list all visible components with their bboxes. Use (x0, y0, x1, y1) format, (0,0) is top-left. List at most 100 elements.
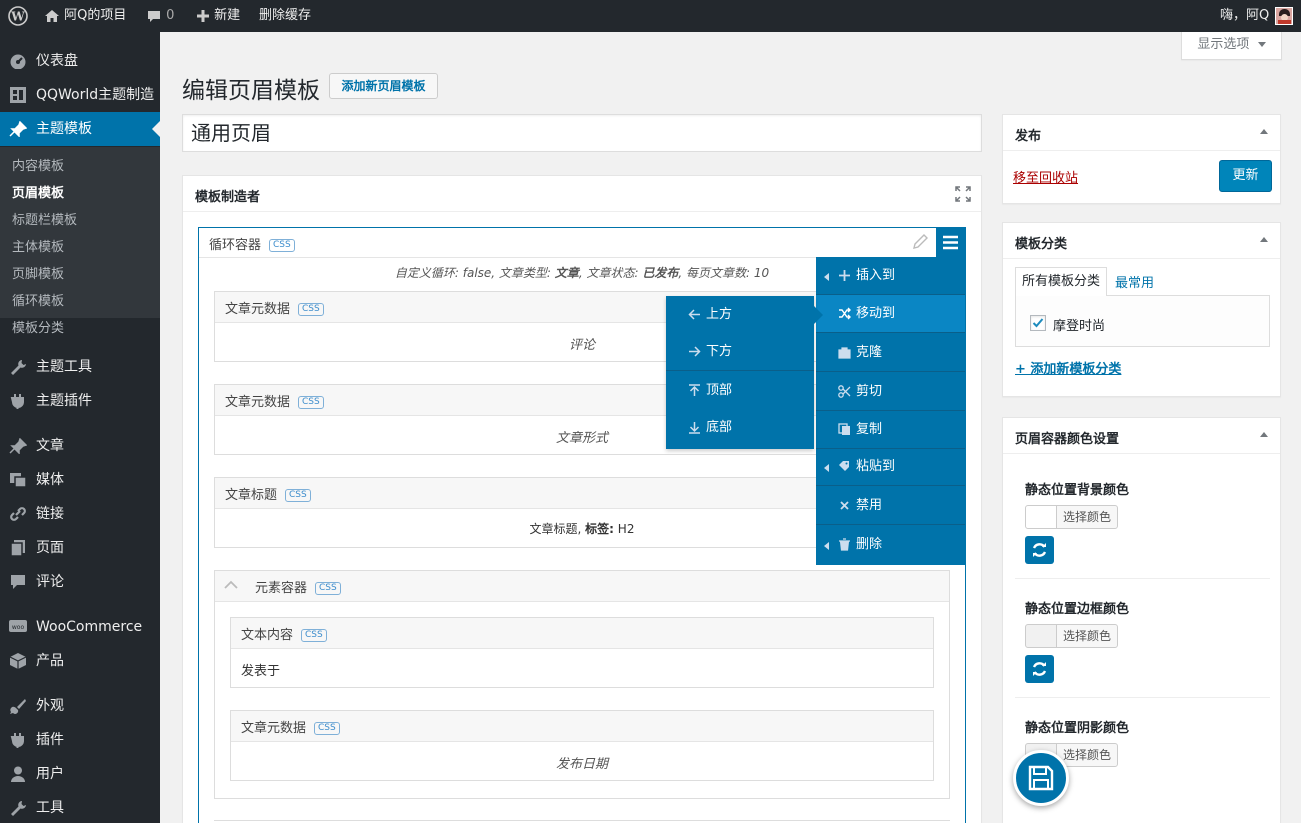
menu-plugins[interactable]: 插件 (0, 723, 160, 757)
arrow-to-bottom-icon (689, 422, 700, 434)
move-below[interactable]: 下方 (666, 333, 814, 371)
menu-theme-templates[interactable]: 主题模板 (0, 112, 160, 146)
menu-qqworld[interactable]: QQWorld主题制造 (0, 78, 160, 112)
menu-theme-tools[interactable]: 主题工具 (0, 350, 160, 384)
menu-paste-to[interactable]: 粘贴到 (816, 448, 965, 486)
menu-comments[interactable]: 评论 (0, 565, 160, 599)
select-color-button[interactable]: 选择颜色 (1056, 624, 1118, 648)
site-home-link[interactable]: 阿Q的项目 (44, 0, 126, 32)
screen-options-button[interactable]: 显示选项 (1181, 32, 1282, 60)
css-badge[interactable]: CSS (301, 629, 327, 642)
template-builder-title: 模板制造者 (195, 190, 261, 205)
submenu-content-templates[interactable]: 内容模板 (12, 153, 64, 180)
submenu-template-categories[interactable]: 模板分类 (12, 315, 64, 342)
shuffle-icon (839, 307, 851, 320)
menu-woocommerce[interactable]: woo WooCommerce (0, 610, 160, 644)
menu-dashboard[interactable]: 仪表盘 (0, 44, 160, 78)
menu-label: 媒体 (36, 472, 64, 488)
css-badge[interactable]: CSS (314, 722, 340, 735)
css-badge[interactable]: CSS (298, 303, 324, 316)
user-account-menu[interactable]: 嗨，阿Q (1220, 0, 1294, 32)
post-title-input[interactable]: 通用页眉 (182, 114, 982, 152)
fullscreen-icon[interactable] (955, 186, 971, 202)
categories-list: 摩登时尚 (1015, 295, 1270, 347)
submenu-footer-templates[interactable]: 页脚模板 (12, 261, 64, 288)
add-new-category-link[interactable]: + 添加新模板分类 (1015, 358, 1121, 377)
css-badge[interactable]: CSS (298, 396, 324, 409)
menu-label: 移动到 (856, 306, 896, 321)
save-icon (1028, 765, 1054, 791)
menu-disable[interactable]: 禁用 (816, 487, 965, 525)
page-title: 编辑页眉模板 (182, 78, 320, 104)
menu-users[interactable]: 用户 (0, 757, 160, 791)
color-swatch[interactable] (1025, 505, 1057, 529)
submenu-loop-templates[interactable]: 循环模板 (12, 288, 64, 315)
menu-media[interactable]: 媒体 (0, 463, 160, 497)
color-settings-header[interactable]: 页眉容器颜色设置 (1003, 418, 1280, 454)
menu-label: 顶部 (706, 383, 733, 398)
new-content-link[interactable]: 新建 (196, 0, 240, 32)
menu-tools[interactable]: 工具 (0, 791, 160, 823)
move-top[interactable]: 顶部 (666, 372, 814, 410)
css-badge[interactable]: CSS (269, 239, 295, 252)
menu-label: 主题工具 (36, 359, 92, 375)
color-swatch[interactable] (1025, 624, 1057, 648)
wordpress-logo-icon[interactable]: W (8, 0, 28, 32)
menu-insert-to[interactable]: 插入到 (816, 257, 965, 295)
element-text[interactable]: 文本内容 CSS 发表于 (230, 617, 934, 688)
submenu-body-templates[interactable]: 主体模板 (12, 234, 64, 261)
site-name: 阿Q的项目 (64, 8, 127, 23)
pin-icon (9, 121, 27, 137)
element-menu-button[interactable] (936, 228, 965, 257)
comments-link[interactable]: 0 (146, 0, 174, 32)
floating-save-button[interactable] (1013, 750, 1069, 806)
menu-clone[interactable]: 克隆 (816, 334, 965, 372)
menu-products[interactable]: 产品 (0, 644, 160, 678)
move-to-trash-link[interactable]: 移至回收站 (1013, 167, 1078, 186)
add-new-template-button[interactable]: 添加新页眉模板 (329, 73, 438, 99)
menu-label: 上方 (706, 307, 733, 322)
categories-header[interactable]: 模板分类 (1003, 223, 1280, 259)
element-post-meta[interactable]: 文章元数据 CSS 发布日期 (230, 710, 934, 781)
tab-all-categories[interactable]: 所有模板分类 (1015, 267, 1107, 296)
menu-links[interactable]: 链接 (0, 497, 160, 531)
update-button[interactable]: 更新 (1219, 160, 1272, 192)
select-color-button[interactable]: 选择颜色 (1056, 505, 1118, 529)
menu-posts[interactable]: 文章 (0, 429, 160, 463)
user-icon (11, 766, 25, 782)
submenu-title-templates[interactable]: 标题栏模板 (12, 207, 77, 234)
menu-label: 文章 (36, 438, 64, 454)
css-badge[interactable]: CSS (285, 489, 311, 502)
menu-pages[interactable]: 页面 (0, 531, 160, 565)
menu-copy[interactable]: 复制 (816, 411, 965, 449)
submenu-header-templates[interactable]: 页眉模板 (12, 180, 64, 207)
menu-label: 主题插件 (36, 393, 92, 409)
submenu-pointer (814, 306, 823, 324)
menu-move-to[interactable]: 移动到 (816, 295, 965, 333)
caret-left-icon (824, 273, 829, 281)
category-checkbox[interactable] (1030, 315, 1046, 331)
tab-most-used[interactable]: 最常用 (1115, 272, 1154, 291)
menu-cut[interactable]: 剪切 (816, 373, 965, 411)
reset-color-button[interactable] (1025, 655, 1054, 683)
reset-color-button[interactable] (1025, 536, 1054, 564)
collapse-arrow-icon[interactable] (1260, 432, 1268, 437)
plus-icon (197, 9, 209, 22)
element-title: 文章元数据 (225, 395, 291, 410)
menu-delete[interactable]: 删除 (816, 526, 965, 564)
menu-label: 粘贴到 (856, 459, 896, 474)
move-above[interactable]: 上方 (666, 296, 814, 334)
collapse-arrow-icon[interactable] (1260, 237, 1268, 242)
css-badge[interactable]: CSS (315, 582, 341, 595)
move-bottom[interactable]: 底部 (666, 409, 814, 447)
chevron-up-icon[interactable] (223, 580, 239, 590)
collapse-arrow-icon[interactable] (1260, 129, 1268, 134)
element-title: 文章元数据 (241, 721, 307, 736)
menu-label: 插件 (36, 732, 64, 748)
clear-cache-link[interactable]: 删除缓存 (259, 0, 311, 32)
comment-icon (11, 575, 25, 589)
menu-appearance[interactable]: 外观 (0, 689, 160, 723)
publish-header[interactable]: 发布 (1003, 115, 1280, 151)
menu-theme-plugins[interactable]: 主题插件 (0, 384, 160, 418)
pencil-icon[interactable] (911, 233, 929, 251)
